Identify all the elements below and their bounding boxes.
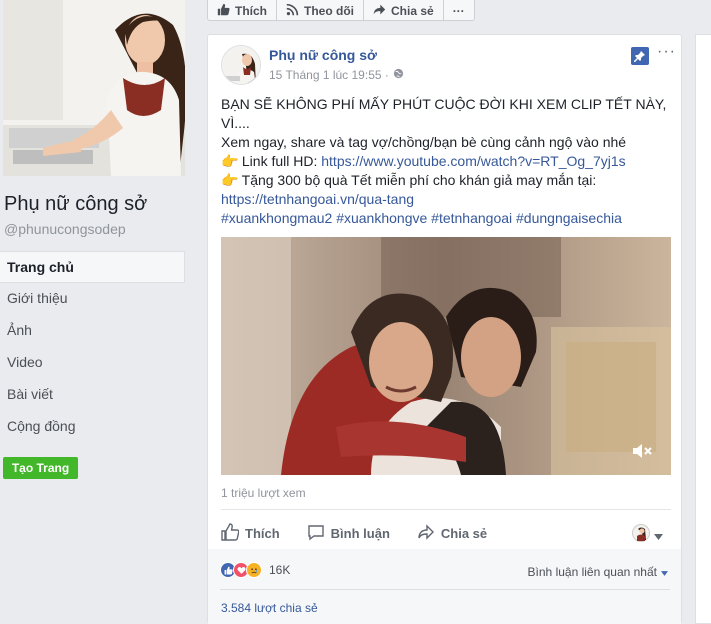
caret-down-icon [661,565,668,579]
share-button[interactable]: Chia sẻ [417,523,487,544]
hashtags[interactable]: #xuankhongmau2 #xuankhongve #tetnhangoai… [221,210,622,226]
like-page-button[interactable]: Thích [208,0,277,21]
like-button[interactable]: Thích [221,522,280,544]
nav-item-community[interactable]: Cộng đồng [0,411,185,443]
post-body: BẠN SẼ KHÔNG PHÍ MẤY PHÚT CUỘC ĐỜI KHI X… [221,95,671,228]
like-page-label: Thích [235,3,267,18]
create-page-button[interactable]: Tạo Trang [3,457,78,479]
post-author[interactable]: Phụ nữ công sở [269,47,377,63]
page-action-bar: Thích Theo dõi Chia sẻ ··· [207,0,475,21]
page-username: @phunucongsodep [4,221,126,237]
nav-item-home[interactable]: Trang chủ [0,251,185,283]
rss-follow-icon [286,3,299,19]
caret-down-icon [654,527,663,545]
pointing-hand-icon: 👉 [221,153,239,169]
page-nav: Trang chủ Giới thiệu Ảnh Video Bài viết … [0,251,185,443]
post-as-selector[interactable] [632,524,663,547]
profile-picture[interactable] [3,0,185,176]
avatar-illustration [222,46,260,84]
post-action-row: Thích Bình luận Chia sẻ [221,517,671,549]
profile-photo-illustration [3,0,185,176]
share-arrow-icon [417,523,435,544]
pin-icon [631,47,649,65]
reaction-summary[interactable]: 16K [220,562,290,578]
gift-link[interactable]: https://tetnhangoai.vn/qua-tang [221,191,414,207]
mute-icon[interactable] [631,442,653,465]
video-frame [221,237,671,475]
comment-button[interactable]: Bình luận [307,523,390,544]
comment-bubble-icon [307,523,325,544]
post-meta: 15 Tháng 1 lúc 19:55 · [269,68,404,82]
link-label: Link full HD: [238,153,322,169]
page-title: Phụ nữ công sở [4,193,148,215]
gift-label: Tặng 300 bộ quà Tết miễn phí cho khán gi… [238,172,597,188]
page-sidebar: Phụ nữ công sở @phunucongsodep Trang chủ… [0,0,195,624]
like-label: Thích [245,525,280,541]
post-link-line: 👉 Link full HD: https://www.youtube.com/… [221,152,671,171]
video-player[interactable] [221,237,671,475]
share-page-label: Chia sẻ [391,3,434,18]
follow-label: Theo dõi [304,3,354,18]
nav-item-videos[interactable]: Video [0,347,185,379]
post-headline: BẠN SẼ KHÔNG PHÍ MẤY PHÚT CUỘC ĐỜI KHI X… [221,96,667,131]
follow-button[interactable]: Theo dõi [277,0,364,21]
post-gift-url-line: https://tetnhangoai.vn/qua-tang [221,190,671,209]
like-thumb-icon [221,522,240,544]
view-count: 1 triệu lượt xem [221,486,306,500]
comment-sort-dropdown[interactable]: Bình luận liên quan nhất [528,565,668,579]
like-thumb-icon [217,3,230,19]
nav-item-posts[interactable]: Bài viết [0,379,185,411]
post-gift-line: 👉 Tặng 300 bộ quà Tết miễn phí cho khán … [221,171,671,190]
sort-label: Bình luận liên quan nhất [527,565,657,579]
nav-item-about[interactable]: Giới thiệu [0,283,185,315]
youtube-link[interactable]: https://www.youtube.com/watch?v=RT_Og_7y… [321,153,625,169]
divider [221,509,671,510]
share-label: Chia sẻ [440,525,488,541]
share-count[interactable]: 3.584 lượt chia sẻ [221,601,318,615]
author-avatar[interactable] [221,45,261,85]
reaction-count: 16K [269,563,291,577]
pointing-hand-icon: 👉 [221,172,239,188]
share-arrow-icon [373,3,386,19]
share-page-button[interactable]: Chia sẻ [364,0,444,21]
post-options-button[interactable]: ··· [657,43,676,61]
post-timestamp[interactable]: 15 Tháng 1 lúc 19:55 · [269,68,389,82]
comment-label: Bình luận [330,525,390,541]
divider [220,589,670,590]
post-hashtags-line: #xuankhongmau2 #xuankhongve #tetnhangoai… [221,209,671,228]
sad-reaction-icon [246,562,262,578]
nav-item-photos[interactable]: Ảnh [0,315,185,347]
post-line-1: Xem ngay, share và tag vợ/chồng/bạn bè c… [221,134,627,150]
more-options-button[interactable]: ··· [444,0,474,21]
post-card: Phụ nữ công sở 15 Tháng 1 lúc 19:55 · ··… [207,34,682,624]
post-footer: 16K Bình luận liên quan nhất 3.584 lượt … [208,549,681,624]
globe-icon [393,68,404,82]
post-as-avatar [632,524,650,547]
right-column-edge [695,34,711,624]
